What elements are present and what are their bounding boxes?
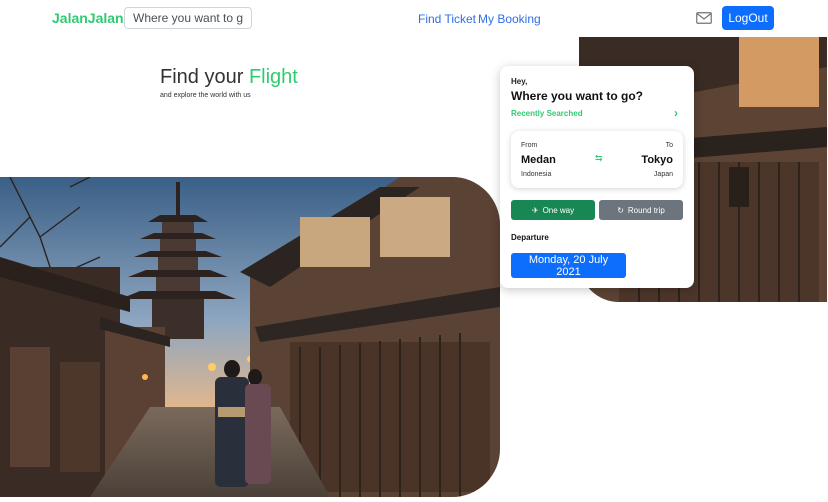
refresh-icon: ↻ — [617, 205, 624, 215]
mail-icon[interactable] — [696, 12, 712, 24]
flight-search-card: Hey, Where you want to go? Recently Sear… — [500, 66, 694, 288]
recently-searched-link[interactable]: Recently Searched — [511, 109, 583, 118]
swap-icon[interactable]: ⇆ — [595, 153, 603, 164]
round-trip-label: Round trip — [627, 205, 665, 215]
search-input[interactable] — [124, 7, 252, 29]
chevron-right-icon[interactable]: › — [674, 106, 678, 120]
card-question: Where you want to go? — [511, 89, 643, 103]
one-way-label: One way — [542, 205, 575, 215]
navbar: JalanJalan Find Ticket My Booking LogOut — [0, 0, 828, 38]
logout-button[interactable]: LogOut — [722, 6, 774, 30]
from-label: From — [521, 142, 538, 149]
brand-logo[interactable]: JalanJalan — [52, 10, 124, 26]
hero-title-prefix: Find your — [160, 66, 249, 88]
nav-link-my-booking[interactable]: My Booking — [478, 12, 541, 26]
to-country: Japan — [653, 171, 673, 178]
hero-photo-kyoto-street — [0, 177, 500, 497]
to-city: Tokyo — [641, 154, 673, 166]
nav-link-find-ticket[interactable]: Find Ticket — [418, 12, 476, 26]
departure-label: Departure — [511, 233, 549, 242]
hero-title: Find your Flight — [160, 66, 298, 89]
from-city: Medan — [521, 154, 556, 166]
to-label: To — [665, 142, 673, 149]
hero-subtitle: and explore the world with us — [160, 92, 251, 99]
one-way-button[interactable]: ✈ One way — [511, 200, 595, 220]
hero-title-accent: Flight — [248, 66, 298, 88]
airplane-icon: ✈ — [531, 205, 539, 215]
route-summary[interactable]: From Medan Indonesia ⇆ To Tokyo Japan — [511, 131, 683, 188]
round-trip-button[interactable]: ↻ Round trip — [599, 200, 683, 220]
greeting: Hey, — [511, 77, 528, 86]
departure-date-button[interactable]: Monday, 20 July 2021 — [511, 253, 626, 278]
from-country: Indonesia — [521, 171, 552, 178]
